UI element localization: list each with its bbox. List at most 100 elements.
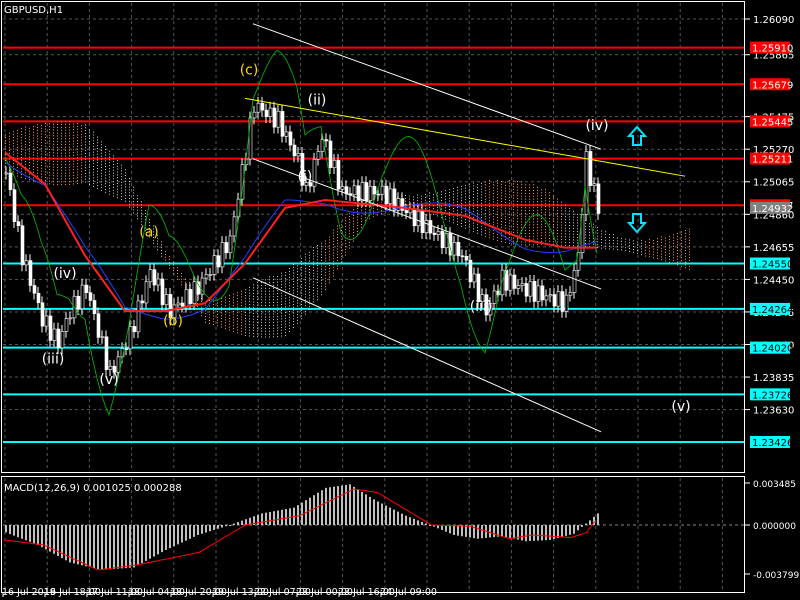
cloud-dot [569, 224, 570, 226]
cloud-dot [129, 189, 130, 191]
cloud-dot [117, 165, 118, 167]
cloud-dot [545, 206, 546, 208]
candle-body [56, 328, 61, 349]
cloud-dot [121, 193, 122, 195]
cloud-dot [565, 224, 566, 226]
cloud-dot [137, 215, 138, 217]
cloud-dot [121, 170, 122, 172]
cloud-dot [329, 279, 330, 281]
cloud-dot [541, 240, 542, 242]
price-chart[interactable]: (c)(ii)(i)(a)(iv)(b)(iii)(v)(iii)(iv)(v)… [0, 0, 800, 600]
cloud-dot [313, 252, 314, 254]
cloud-dot [45, 154, 46, 156]
cloud-dot [469, 226, 470, 228]
cloud-dot [113, 161, 114, 163]
cloud-dot [629, 239, 630, 241]
cloud-dot [321, 245, 322, 247]
candle-body [552, 294, 557, 307]
cloud-dot [337, 225, 338, 227]
cloud-dot [45, 174, 46, 176]
cloud-dot [361, 209, 362, 211]
cloud-dot [65, 158, 66, 160]
cloud-dot [65, 181, 66, 183]
cloud-dot [25, 146, 26, 148]
cloud-dot [465, 227, 466, 229]
cloud-dot [329, 250, 330, 252]
candle-body [432, 232, 437, 235]
cloud-dot [313, 301, 314, 303]
cloud-dot [509, 208, 510, 210]
cloud-dot [337, 254, 338, 256]
cloud-dot [85, 127, 86, 129]
cloud-dot [481, 211, 482, 213]
cloud-dot [273, 302, 274, 304]
cloud-dot [681, 237, 682, 239]
cloud-dot [681, 231, 682, 233]
cloud-dot [545, 191, 546, 193]
cloud-dot [89, 158, 90, 160]
cloud-dot [501, 195, 502, 197]
cloud-dot [229, 312, 230, 314]
cloud-dot [21, 171, 22, 173]
cloud-dot [481, 231, 482, 233]
cloud-dot [281, 301, 282, 303]
cloud-dot [617, 248, 618, 250]
cloud-dot [321, 285, 322, 287]
cloud-dot [289, 270, 290, 272]
cloud-dot [533, 204, 534, 206]
cloud-dot [281, 292, 282, 294]
cloud-dot [493, 190, 494, 192]
cloud-dot [301, 306, 302, 308]
cloud-dot [61, 166, 62, 168]
cloud-dot [669, 241, 670, 243]
cloud-dot [357, 222, 358, 224]
cloud-dot [257, 301, 258, 303]
cloud-dot [109, 162, 110, 164]
cloud-dot [509, 197, 510, 199]
cloud-dot [317, 293, 318, 295]
cloud-dot [285, 294, 286, 296]
cloud-dot [585, 242, 586, 244]
candle-body [268, 107, 273, 117]
cloud-dot [305, 305, 306, 307]
cloud-dot [461, 208, 462, 210]
cloud-dot [57, 135, 58, 137]
candle-body [540, 285, 545, 301]
cloud-dot [297, 308, 298, 310]
cloud-dot [97, 159, 98, 161]
cloud-dot [609, 236, 610, 238]
cloud-dot [265, 316, 266, 318]
cloud-dot [265, 305, 266, 307]
cloud-dot [537, 204, 538, 206]
cloud-dot [285, 289, 286, 291]
cloud-dot [505, 196, 506, 198]
cloud-dot [565, 210, 566, 212]
cloud-dot [69, 158, 70, 160]
cloud-dot [69, 140, 70, 142]
cloud-dot [565, 239, 566, 241]
cloud-dot [545, 200, 546, 202]
cloud-dot [141, 209, 142, 211]
cloud-dot [373, 213, 374, 215]
cloud-dot [189, 281, 190, 283]
cloud-dot [217, 305, 218, 307]
cloud-dot [477, 198, 478, 200]
cloud-dot [61, 144, 62, 146]
cloud-dot [81, 173, 82, 175]
cloud-dot [69, 183, 70, 185]
cloud-dot [93, 151, 94, 153]
cloud-dot [589, 231, 590, 233]
cloud-dot [281, 304, 282, 306]
level-label: 1.23426 [752, 438, 793, 449]
macd-histogram-bar [73, 525, 75, 564]
candle-body [336, 160, 341, 190]
macd-histogram-bar [393, 509, 395, 525]
cloud-dot [73, 157, 74, 159]
cloud-dot [505, 210, 506, 212]
cloud-dot [549, 203, 550, 205]
cloud-dot [305, 265, 306, 267]
cloud-dot [469, 209, 470, 211]
macd-histogram-bar [193, 525, 195, 537]
cloud-dot [637, 241, 638, 243]
cloud-dot [273, 293, 274, 295]
